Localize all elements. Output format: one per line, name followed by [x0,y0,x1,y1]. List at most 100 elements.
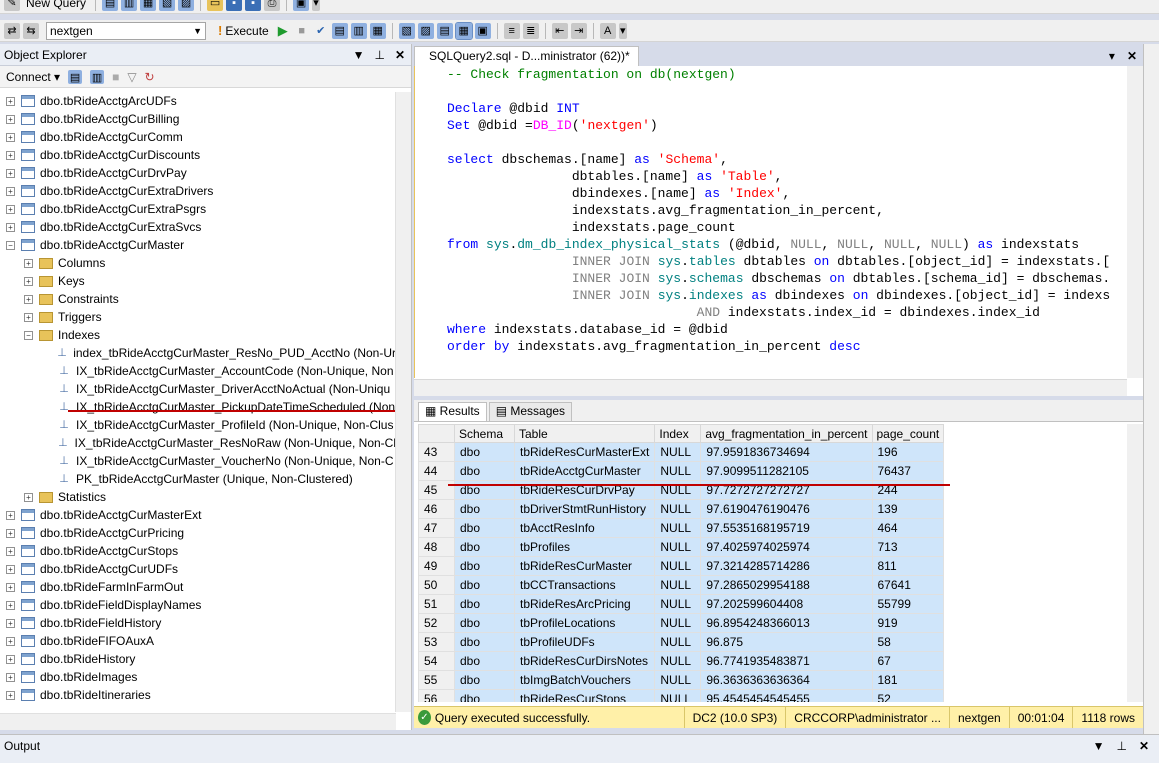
row-number-cell[interactable]: 46 [418,499,455,519]
table-cell[interactable]: dbo [454,499,515,519]
expand-icon[interactable]: + [6,168,15,178]
table-cell[interactable]: tbRideResCurStops [513,689,656,702]
table-row[interactable]: 48 dbo tbProfiles NULL 97.4025974025974 713 [418,537,945,557]
increase-indent-icon[interactable]: ⇥ [570,22,587,39]
object-explorer-horizontal-scrollbar[interactable] [0,713,396,730]
right-edge-scrollbar[interactable] [1143,44,1159,734]
tree-node-folder[interactable]: − Indexes [0,326,396,344]
expand-icon[interactable]: + [24,276,33,286]
results-to-text-icon[interactable]: ▤ [436,22,453,39]
table-cell[interactable]: NULL [654,632,702,652]
row-number-cell[interactable]: 53 [418,632,455,652]
toolbar-overflow-icon[interactable]: ▾ [312,0,321,11]
expand-icon[interactable]: + [6,582,15,592]
table-cell[interactable]: 713 [871,537,945,557]
table-cell[interactable]: dbo [454,689,515,702]
expand-icon[interactable]: + [24,492,33,502]
tree-node-table[interactable]: + dbo.tbRideAcctgCurStops [0,542,396,560]
tree-node-table[interactable]: + dbo.tbRideAcctgCurExtraDrivers [0,182,396,200]
table-row[interactable]: 52 dbo tbProfileLocations NULL 96.8954248366… [418,613,945,633]
display-estimated-plan-icon[interactable]: ▤ [331,22,348,39]
specify-template-values-icon[interactable]: A [599,22,616,39]
tree-node-index[interactable]: ⊥ IX_tbRideAcctgCurMaster_DriverAcctNoAct… [0,380,396,398]
decrease-indent-icon[interactable]: ⇤ [551,22,568,39]
code-line[interactable]: dbtables.[name] as 'Table', [415,168,1127,185]
table-cell[interactable]: tbRideResArcPricing [513,594,656,614]
pin-icon[interactable]: ⊥ [374,48,384,62]
row-number-cell[interactable]: 55 [418,670,455,690]
table-cell[interactable]: NULL [654,613,702,633]
tree-node-table[interactable]: + dbo.tbRideHistory [0,650,396,668]
table-cell[interactable]: NULL [654,518,702,538]
table-cell[interactable]: tbRideResCurMaster [513,556,656,576]
table-row[interactable]: 47 dbo tbAcctResInfo NULL 97.5535168195719 46… [418,518,945,538]
table-cell[interactable]: dbo [454,556,515,576]
close-icon[interactable]: ✕ [1139,739,1149,763]
table-cell[interactable]: 96.875 [700,632,873,652]
code-line[interactable]: Declare @dbid INT [415,100,1127,117]
table-cell[interactable]: NULL [654,442,702,462]
expand-icon[interactable]: + [6,222,15,232]
active-files-dropdown-icon[interactable]: ▾ [1109,49,1115,63]
tree-node-folder[interactable]: + Constraints [0,290,396,308]
editor-horizontal-scrollbar[interactable] [414,379,1127,396]
table-cell[interactable]: 58 [871,632,945,652]
table-cell[interactable]: dbo [454,537,515,557]
row-number-cell[interactable]: 43 [418,442,455,462]
editor-vertical-scrollbar[interactable] [1127,66,1143,378]
table-cell[interactable]: NULL [654,594,702,614]
expand-icon[interactable]: + [6,204,15,214]
table-row[interactable]: 46 dbo tbDriverStmtRunHistory NULL 97.619047… [418,499,945,519]
table-cell[interactable]: 97.9099511282105 [700,461,873,481]
results-to-file-icon[interactable]: ▣ [474,22,491,39]
analysis-services-dmx-icon[interactable]: ▦ [140,0,157,11]
row-number-cell[interactable]: 51 [418,594,455,614]
table-cell[interactable]: 96.3636363636364 [700,670,873,690]
change-connection-icon[interactable]: ⇆ [23,22,39,39]
available-databases-select[interactable]: nextgen ▼ [46,21,206,40]
code-line[interactable] [415,83,1127,100]
code-line[interactable]: indexstats.avg_fragmentation_in_percent, [415,202,1127,219]
code-line[interactable]: from sys.dm_db_index_physical_stats (@db… [415,236,1127,253]
table-cell[interactable]: NULL [654,651,702,671]
table-row[interactable]: 49 dbo tbRideResCurMaster NULL 97.3214285714… [418,556,945,576]
expand-icon[interactable]: + [6,564,15,574]
table-cell[interactable]: NULL [654,575,702,595]
expand-icon[interactable]: + [6,510,15,520]
tree-node-folder[interactable]: + Triggers [0,308,396,326]
query-designer-icon[interactable]: ▥ [350,22,367,39]
connect-object-explorer-icon[interactable]: ▤ [68,69,83,84]
expand-icon[interactable]: + [6,114,15,124]
table-cell[interactable]: 139 [871,499,945,519]
collapse-icon[interactable]: − [6,240,15,250]
expand-icon[interactable]: + [24,258,33,268]
expand-icon[interactable]: + [6,528,15,538]
table-cell[interactable]: dbo [454,670,515,690]
filter-icon[interactable]: ▽ [127,70,136,84]
table-cell[interactable]: dbo [454,613,515,633]
table-cell[interactable]: tbCCTransactions [513,575,656,595]
code-line[interactable]: AND indexstats.index_id = dbindexes.inde… [415,304,1127,321]
code-line[interactable]: -- Check fragmentation on db(nextgen) [415,66,1127,83]
table-row[interactable]: 55 dbo tbImgBatchVouchers NULL 96.3636363636… [418,670,945,690]
uncomment-icon[interactable]: ≣ [522,22,539,39]
column-header[interactable]: avg_fragmentation_in_percent [700,424,873,443]
row-number-cell[interactable]: 52 [418,613,455,633]
save-all-icon[interactable]: ▪ [245,0,262,11]
tree-node-index[interactable]: ⊥ IX_tbRideAcctgCurMaster_PickupDateTimeS… [0,398,396,416]
table-cell[interactable]: NULL [654,670,702,690]
tree-node-index[interactable]: ⊥ PK_tbRideAcctgCurMaster (Unique, Non-Cl… [0,470,396,488]
table-row[interactable]: 50 dbo tbCCTransactions NULL 97.286502995418… [418,575,945,595]
row-number-cell[interactable]: 47 [418,518,455,538]
tab-sqlquery2[interactable]: SQLQuery2.sql - D...ministrator (62))* [414,46,639,66]
tree-node-table[interactable]: + dbo.tbRideFIFOAuxA [0,632,396,650]
code-line[interactable]: where indexstats.database_id = @dbid [415,321,1127,338]
table-cell[interactable]: 95.4545454545455 [700,689,873,702]
tree-node-folder[interactable]: + Columns [0,254,396,272]
table-cell[interactable]: 52 [871,689,945,702]
include-actual-plan-icon[interactable]: ▧ [398,22,415,39]
row-number-cell[interactable]: 56 [418,689,455,702]
results-to-grid-icon[interactable]: ▦ [454,21,473,40]
code-line[interactable]: INNER JOIN sys.tables dbtables on dbtabl… [415,253,1127,270]
table-cell[interactable]: 97.2865029954188 [700,575,873,595]
